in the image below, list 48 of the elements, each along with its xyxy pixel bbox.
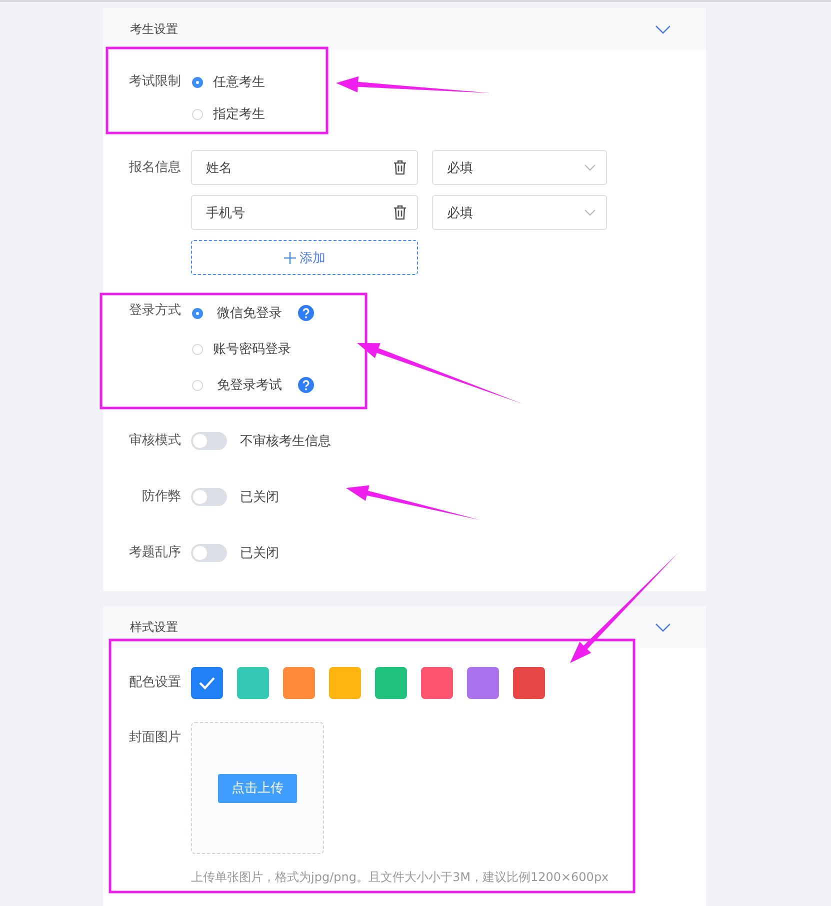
field-label: 封面图片 bbox=[128, 729, 182, 747]
status-text: 不审核考生信息 bbox=[240, 433, 331, 450]
radio-button[interactable] bbox=[192, 76, 203, 88]
field-label: 考试限制 bbox=[128, 73, 182, 91]
section-title: 考生设置 bbox=[130, 20, 178, 38]
radio-label[interactable]: 微信免登录 bbox=[217, 304, 282, 322]
status-text: 已关闭 bbox=[240, 545, 279, 562]
text-field[interactable]: 姓名 bbox=[191, 150, 418, 185]
caret-icon bbox=[584, 209, 596, 216]
radio-button[interactable] bbox=[192, 308, 203, 318]
radio-label[interactable]: 账号密码登录 bbox=[213, 340, 291, 358]
color-swatch[interactable] bbox=[283, 667, 315, 699]
color-swatch[interactable] bbox=[329, 667, 361, 699]
color-swatch[interactable] bbox=[375, 667, 407, 699]
text-field[interactable]: 手机号 bbox=[191, 195, 418, 230]
color-swatch[interactable] bbox=[513, 667, 545, 699]
radio-label[interactable]: 指定考生 bbox=[213, 105, 265, 123]
color-swatch[interactable] bbox=[191, 667, 223, 699]
help-icon[interactable] bbox=[298, 377, 314, 393]
chevron-down-icon[interactable] bbox=[655, 24, 670, 34]
color-swatch[interactable] bbox=[237, 667, 269, 699]
section-header[interactable]: 样式设置 bbox=[103, 606, 706, 648]
help-icon[interactable] bbox=[298, 305, 314, 321]
hint-text: 上传单张图片，格式为jpg/png。且文件大小小于3M，建议比例1200×600px bbox=[191, 869, 610, 886]
field-label: 考题乱序 bbox=[128, 544, 182, 562]
toggle-switch[interactable] bbox=[191, 544, 227, 562]
trash-icon[interactable] bbox=[393, 205, 407, 220]
radio-label[interactable]: 免登录考试 bbox=[217, 376, 282, 394]
toggle-switch[interactable] bbox=[191, 432, 227, 450]
trash-icon[interactable] bbox=[393, 160, 407, 175]
section-title: 样式设置 bbox=[130, 618, 178, 636]
status-text: 已关闭 bbox=[240, 489, 279, 506]
caret-icon bbox=[584, 164, 596, 171]
field-label: 报名信息 bbox=[128, 159, 182, 177]
field-label: 审核模式 bbox=[128, 432, 182, 450]
dropdown[interactable]: 必填 bbox=[432, 150, 607, 185]
field-label: 登录方式 bbox=[128, 302, 182, 320]
field-label: 配色设置 bbox=[128, 674, 182, 692]
plus-icon bbox=[284, 252, 296, 264]
chevron-down-icon[interactable] bbox=[655, 622, 670, 632]
radio-label[interactable]: 任意考生 bbox=[213, 73, 265, 91]
color-swatch[interactable] bbox=[421, 667, 453, 699]
color-swatch[interactable] bbox=[467, 667, 499, 699]
field-label: 防作弊 bbox=[141, 488, 182, 506]
dropdown[interactable]: 必填 bbox=[432, 195, 607, 230]
toggle-switch[interactable] bbox=[191, 488, 227, 506]
add-button[interactable]: 添加 bbox=[191, 240, 418, 275]
section-header[interactable]: 考生设置 bbox=[103, 8, 706, 50]
